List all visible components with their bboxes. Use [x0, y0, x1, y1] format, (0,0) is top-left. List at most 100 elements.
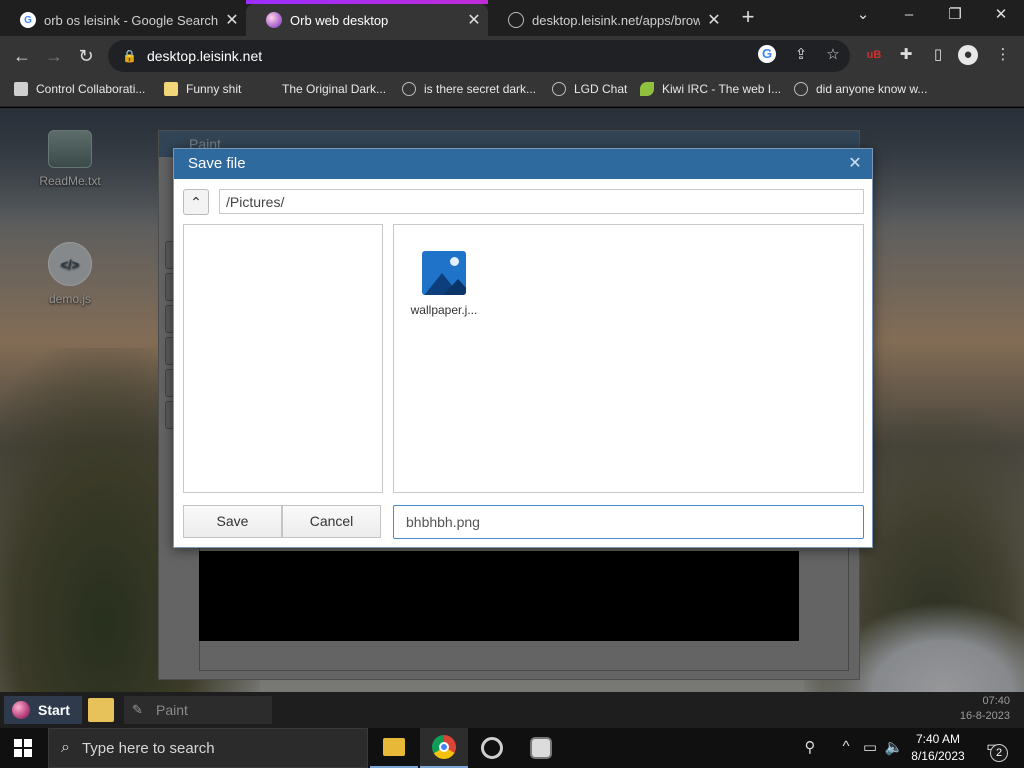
windows-clock[interactable]: 7:40 AM 8/16/2023: [906, 731, 970, 765]
taskbar-app[interactable]: [517, 728, 565, 768]
bookmark-label: Control Collaborati...: [36, 82, 146, 96]
paint-palette-icon: ✎: [132, 702, 143, 717]
parent-folder-button[interactable]: ⌃: [183, 189, 209, 215]
filename-input[interactable]: [393, 505, 864, 539]
chevron-up-icon[interactable]: ^: [836, 738, 856, 755]
bookmark-label: LGD Chat: [574, 82, 628, 96]
google-lens-icon[interactable]: G: [758, 45, 776, 63]
extensions-puzzle-icon[interactable]: ✚: [895, 44, 917, 66]
bookmark-label: is there secret dark...: [424, 82, 537, 96]
orb-taskbar: Start ✎ Paint 07:40 16-8-2023: [0, 692, 1024, 728]
side-panel-icon[interactable]: ▯: [927, 44, 949, 66]
chrome-icon: [432, 735, 456, 759]
save-file-dialog: Save file ✕ ⌃ wallpaper.j... Save Cancel: [173, 148, 873, 548]
volume-icon[interactable]: 🔈: [884, 738, 904, 756]
tab-orb-web-desktop[interactable]: Orb web desktop ✕: [246, 4, 488, 36]
windows-search-box[interactable]: ⌕ Type here to search: [48, 728, 368, 768]
minimize-icon[interactable]: –: [886, 0, 932, 32]
search-icon: ⌕: [61, 739, 70, 756]
notification-badge: 2: [990, 744, 1008, 762]
app-swirl-icon: [481, 737, 503, 759]
close-tab-icon[interactable]: ✕: [218, 10, 246, 30]
search-placeholder: Type here to search: [81, 739, 215, 757]
address-bar[interactable]: 🔒 desktop.leisink.net: [108, 40, 850, 72]
forward-arrow-icon[interactable]: →: [42, 44, 66, 68]
share-icon[interactable]: ⇪: [790, 44, 812, 66]
chevron-up-icon: ⌃: [190, 194, 202, 210]
globe-icon: [794, 82, 808, 96]
file-explorer-icon: [383, 738, 405, 756]
tab-title: orb os leisink - Google Search: [44, 12, 218, 28]
bookmark-item[interactable]: Control Collaborati...: [14, 82, 145, 96]
blank-icon: [260, 82, 274, 96]
save-button[interactable]: Save: [183, 505, 282, 538]
profile-avatar-icon[interactable]: ●: [958, 45, 978, 65]
tab-title: Orb web desktop: [290, 12, 389, 28]
dialog-title: Save file: [174, 149, 872, 179]
bookmark-item[interactable]: LGD Chat: [552, 82, 627, 96]
bookmark-label: did anyone know w...: [816, 82, 928, 96]
taskbar-file-explorer[interactable]: [370, 728, 418, 768]
bookmark-item[interactable]: is there secret dark...: [402, 82, 536, 96]
orb-clock: 07:40 16-8-2023: [960, 694, 1010, 724]
close-tab-icon[interactable]: ✕: [700, 10, 728, 30]
orb-logo-icon: [12, 701, 30, 719]
bookmark-app-icon: [14, 82, 28, 96]
folder-icon: [164, 82, 178, 96]
back-arrow-icon[interactable]: ←: [10, 44, 34, 68]
restore-icon[interactable]: ❐: [932, 0, 978, 32]
bookmark-label: Funny shit: [186, 82, 242, 96]
clock-date: 8/16/2023: [911, 749, 965, 763]
tab-search-chevron-icon[interactable]: ⌄: [840, 0, 886, 32]
windows-start-icon[interactable]: [14, 739, 32, 757]
app-square-icon: [530, 737, 552, 759]
taskbar-app[interactable]: [468, 728, 516, 768]
new-tab-plus-icon[interactable]: +: [736, 6, 760, 30]
bookmark-item[interactable]: did anyone know w...: [794, 82, 927, 96]
cancel-button[interactable]: Cancel: [282, 505, 381, 538]
people-icon[interactable]: ⚲: [800, 738, 820, 756]
reload-icon[interactable]: ↻: [74, 44, 98, 68]
clock-time: 7:40 AM: [915, 732, 961, 746]
tab-title: desktop.leisink.net/apps/browser: [532, 12, 700, 28]
address-text: desktop.leisink.net: [146, 48, 263, 64]
bookmark-star-icon[interactable]: ☆: [822, 44, 844, 66]
kebab-menu-icon[interactable]: ⋮: [992, 44, 1014, 66]
close-icon[interactable]: ✕: [846, 155, 864, 173]
bookmark-item[interactable]: The Original Dark...: [260, 82, 386, 96]
browser-toolbar: ← → ↻ 🔒 desktop.leisink.net G ⇪ ☆ uB ✚ ▯…: [0, 36, 1024, 76]
orb-time: 07:40: [982, 695, 1010, 707]
lock-icon: 🔒: [122, 49, 137, 63]
bookmarks-bar: Control Collaborati... Funny shit The Or…: [0, 76, 1024, 107]
task-label: Paint: [156, 702, 188, 718]
google-icon: G: [20, 12, 36, 28]
orb-icon: [266, 12, 282, 28]
browser-tab-strip: G orb os leisink - Google Search ✕ Orb w…: [0, 0, 1024, 36]
orb-date: 16-8-2023: [959, 710, 1010, 722]
globe-icon: [402, 82, 416, 96]
bookmark-label: Kiwi IRC - The web I...: [662, 82, 782, 96]
taskbar-item-paint[interactable]: ✎ Paint: [124, 696, 272, 724]
file-item[interactable]: wallpaper.j...: [404, 251, 484, 317]
globe-icon: [508, 12, 524, 28]
orb-start-button[interactable]: Start: [4, 696, 82, 724]
tab-browser-app[interactable]: desktop.leisink.net/apps/browser ✕: [488, 4, 728, 36]
orb-desktop: ReadMe.txt </> demo.js Paint Save file ✕…: [0, 108, 1024, 692]
tab-google-search[interactable]: G orb os leisink - Google Search ✕: [0, 4, 246, 36]
path-input[interactable]: [219, 189, 864, 214]
file-list-pane[interactable]: wallpaper.j...: [393, 224, 864, 493]
ublock-icon[interactable]: uB: [863, 44, 885, 66]
network-icon[interactable]: ▭: [860, 738, 880, 756]
image-file-icon: [422, 251, 466, 295]
file-name: wallpaper.j...: [410, 303, 478, 317]
folder-tree-pane[interactable]: [183, 224, 383, 493]
globe-icon: [552, 82, 566, 96]
windows-taskbar: ⌕ Type here to search ⚲ ^ ▭ 🔈 7:40 AM 8/…: [0, 728, 1024, 768]
bookmark-item[interactable]: Kiwi IRC - The web I...: [640, 82, 781, 96]
file-explorer-icon[interactable]: [88, 698, 114, 722]
taskbar-chrome[interactable]: [420, 728, 468, 768]
bookmark-label: The Original Dark...: [282, 82, 387, 96]
close-window-icon[interactable]: ✕: [978, 0, 1024, 32]
close-tab-icon[interactable]: ✕: [460, 10, 488, 30]
bookmark-folder[interactable]: Funny shit: [164, 82, 241, 96]
